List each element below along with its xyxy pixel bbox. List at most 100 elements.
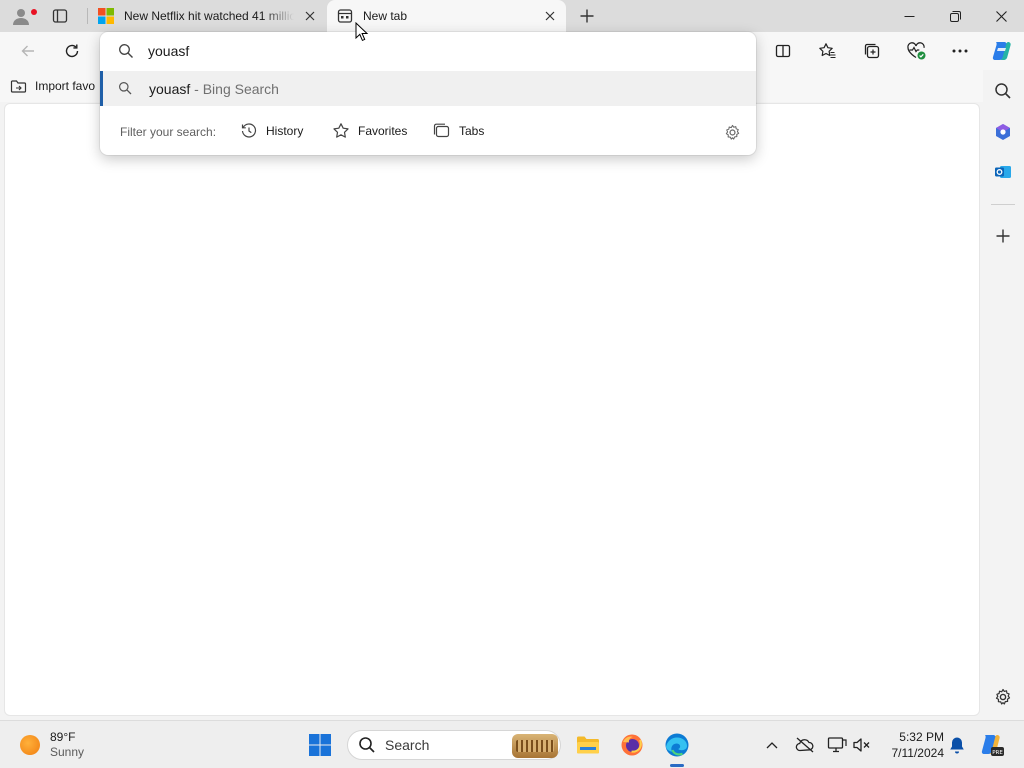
back-arrow-icon (21, 45, 34, 57)
weather-widget[interactable]: 89°F Sunny (20, 729, 84, 761)
plus-icon (580, 9, 594, 23)
profile-button[interactable] (6, 4, 37, 28)
show-hidden-icons-button[interactable] (760, 733, 784, 757)
network-button[interactable] (825, 733, 849, 757)
filter-history-label: History (266, 124, 304, 138)
speaker-muted-icon (853, 738, 870, 752)
vertical-tabs-icon (52, 9, 68, 23)
sun-icon (20, 735, 40, 755)
svg-text:PRE: PRE (992, 750, 1003, 756)
profile-icon (13, 9, 29, 25)
sidebar-outlook-button[interactable] (988, 157, 1018, 187)
copilot-preview-button[interactable]: PRE (979, 732, 1005, 758)
tab-strip: New Netflix hit watched 41 million times… (0, 0, 1024, 32)
gear-icon (725, 124, 739, 140)
filter-label: Filter your search: (120, 125, 217, 139)
filter-favorites-button[interactable]: Favorites (332, 119, 407, 143)
firefox-button[interactable] (616, 729, 648, 761)
weather-condition: Sunny (50, 745, 85, 759)
restore-button[interactable] (932, 0, 978, 32)
bell-icon (950, 737, 964, 754)
edge-running-indicator (670, 764, 684, 767)
copilot-hex-icon (996, 124, 1010, 140)
settings-more-button[interactable] (944, 36, 976, 66)
copilot-button[interactable] (986, 36, 1018, 66)
onedrive-button[interactable] (793, 733, 817, 757)
start-button[interactable] (304, 729, 336, 761)
refresh-button[interactable] (56, 36, 88, 66)
notification-badge (31, 9, 37, 15)
volume-button[interactable] (850, 733, 874, 757)
weather-temp: 89°F (50, 730, 76, 744)
right-sidebar (983, 70, 1024, 718)
sidebar-copilot-button[interactable] (988, 117, 1018, 147)
close-icon (305, 11, 315, 21)
more-dots-icon (952, 49, 968, 53)
refresh-icon (65, 44, 79, 58)
file-explorer-button[interactable] (572, 729, 604, 761)
sidebar-add-button[interactable] (988, 221, 1018, 251)
sidebar-settings-button[interactable] (988, 682, 1018, 712)
system-clock[interactable]: 5:32 PM 7/11/2024 (880, 729, 945, 761)
weather-text: 89°F Sunny (50, 730, 84, 760)
filter-tabs-button[interactable]: Tabs (433, 119, 484, 143)
edge-button[interactable] (661, 729, 693, 761)
filter-tabs-label: Tabs (459, 124, 485, 138)
close-window-button[interactable] (978, 0, 1024, 32)
sidebar-search-button[interactable] (988, 76, 1018, 106)
microsoft-logo-icon (98, 8, 114, 24)
favorites-button[interactable] (811, 36, 843, 66)
tab-actions-button[interactable] (45, 4, 75, 28)
restore-icon (949, 10, 961, 22)
collections-button[interactable] (856, 36, 888, 66)
mouse-cursor-icon (355, 22, 369, 42)
import-favorites-label: Import favo (35, 79, 96, 93)
search-icon (119, 44, 133, 58)
search-icon (119, 82, 132, 95)
heartbeat-icon (907, 42, 926, 60)
search-filter-row: Filter your search: History Favorites Ta… (100, 116, 756, 146)
back-button[interactable] (12, 36, 44, 66)
gear-icon (995, 688, 1011, 705)
collections-icon (864, 43, 880, 59)
suggestion-separator: - (190, 81, 203, 97)
search-icon (359, 737, 375, 753)
filter-history-button[interactable]: History (240, 119, 303, 143)
tab-title: New Netflix hit watched 41 million times (124, 9, 294, 23)
chevron-up-icon (766, 742, 778, 749)
new-tab-icon (337, 9, 353, 23)
minimize-button[interactable] (886, 0, 932, 32)
outlook-icon (995, 166, 1011, 178)
search-icon (995, 83, 1011, 99)
search-suggestion[interactable]: youasf - Bing Search (100, 71, 756, 106)
tab-netflix-article[interactable]: New Netflix hit watched 41 million times (88, 0, 326, 32)
firefox-icon (621, 734, 643, 756)
close-icon (995, 10, 1007, 22)
tab-close-button[interactable] (542, 8, 558, 24)
search-highlight-image (512, 734, 558, 758)
search-settings-button[interactable] (722, 122, 742, 142)
address-bar-dropdown: youasf - Bing Search Filter your search:… (100, 32, 756, 155)
edge-logo-icon (665, 733, 689, 757)
taskbar-search-box[interactable]: Search (347, 730, 561, 760)
new-tab-button[interactable] (574, 4, 600, 28)
split-screen-button[interactable] (767, 36, 799, 66)
suggestion-query: youasf (149, 81, 191, 97)
taskbar: 89°F Sunny Search 5:32 PM 7/11/2024 PRE (0, 720, 1024, 768)
close-icon (545, 11, 555, 21)
history-icon (241, 123, 257, 138)
windows-logo-icon (309, 734, 331, 756)
notifications-button[interactable] (945, 733, 969, 757)
favorites-star-icon (819, 43, 836, 59)
split-screen-icon (775, 44, 791, 58)
import-favorites-button[interactable]: Import favo (10, 76, 95, 96)
filter-favorites-label: Favorites (358, 124, 408, 138)
clock-date: 7/11/2024 (891, 746, 945, 760)
star-icon (333, 123, 349, 138)
address-bar (100, 32, 756, 70)
folder-import-icon (10, 80, 27, 93)
address-input[interactable] (148, 41, 738, 61)
sidebar-divider (991, 204, 1015, 205)
browser-essentials-button[interactable] (900, 36, 932, 66)
tab-close-button[interactable] (302, 8, 318, 24)
